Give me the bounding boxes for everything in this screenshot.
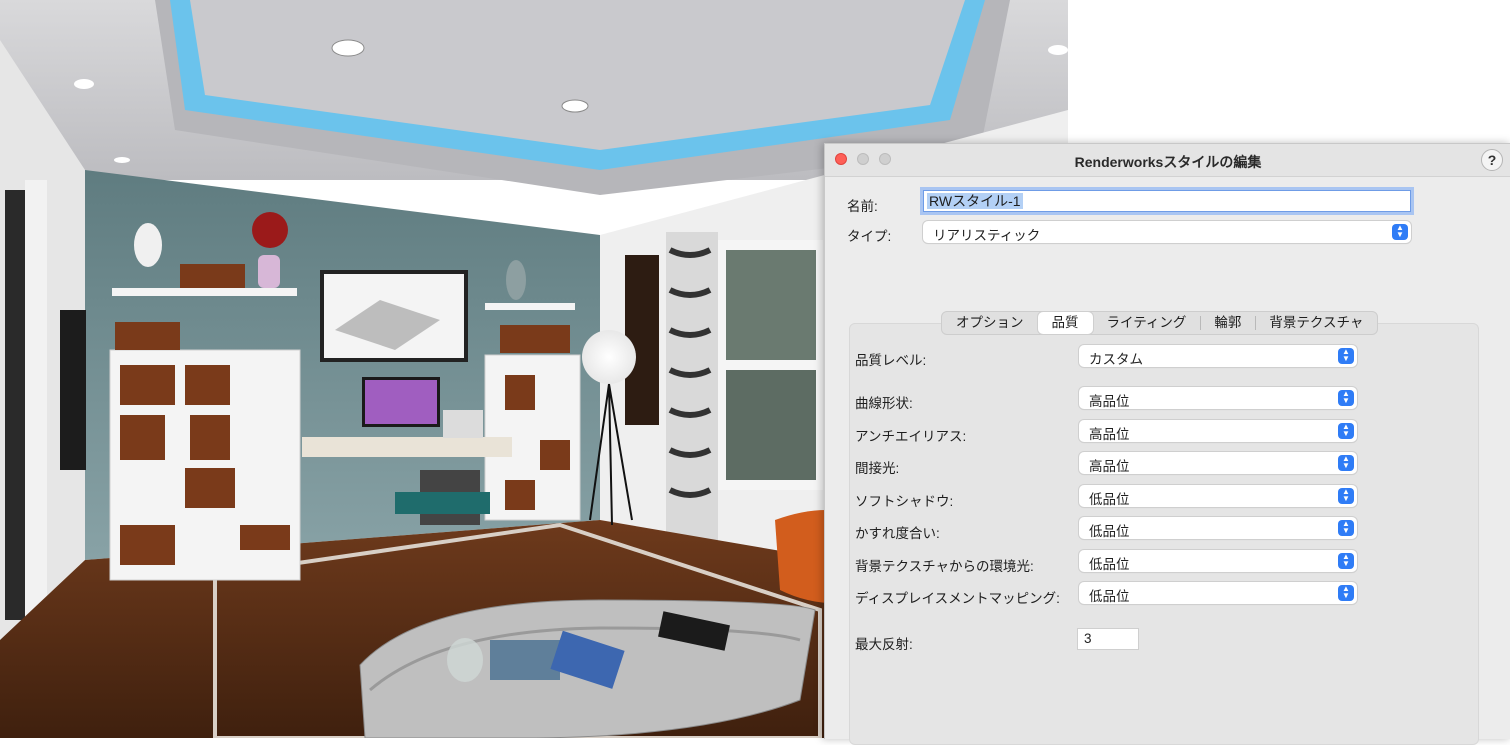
type-popup-value: リアリスティック bbox=[933, 228, 1041, 243]
name-input[interactable]: RWスタイル-1 bbox=[923, 190, 1411, 212]
chevron-updown-icon: ▲ ▼ bbox=[1338, 553, 1354, 569]
chevron-updown-icon: ▲ ▼ bbox=[1392, 224, 1408, 240]
chevron-updown-icon: ▲ ▼ bbox=[1338, 585, 1354, 601]
tab-lighting[interactable]: ライティング bbox=[1093, 312, 1201, 334]
displacement-mapping-value: 低品位 bbox=[1089, 589, 1130, 604]
dialog-titlebar[interactable]: Renderworksスタイルの編集 ? bbox=[825, 144, 1510, 177]
tab-bar: オプション 品質 ライティング 輪郭 背景テクスチャ bbox=[941, 311, 1379, 335]
soft-shadow-label: ソフトシャドウ: bbox=[855, 494, 954, 509]
environment-light-value: 低品位 bbox=[1089, 557, 1130, 572]
tab-background-texture[interactable]: 背景テクスチャ bbox=[1255, 312, 1377, 334]
curve-shape-popup[interactable]: 高品位 ▲ ▼ bbox=[1079, 387, 1357, 409]
tab-quality[interactable]: 品質 bbox=[1037, 312, 1093, 334]
name-label: 名前: bbox=[847, 199, 878, 214]
curve-shape-value: 高品位 bbox=[1089, 394, 1130, 409]
max-reflection-label: 最大反射: bbox=[855, 637, 913, 652]
dialog-title: Renderworksスタイルの編集 bbox=[1074, 154, 1262, 170]
max-reflection-input[interactable]: 3 bbox=[1077, 628, 1139, 650]
blurriness-label: かすれ度合い: bbox=[855, 526, 940, 541]
blurriness-value: 低品位 bbox=[1089, 524, 1130, 539]
quality-level-label: 品質レベル: bbox=[855, 353, 927, 368]
indirect-light-label: 間接光: bbox=[855, 461, 900, 476]
chevron-updown-icon: ▲ ▼ bbox=[1338, 348, 1354, 364]
displacement-mapping-popup[interactable]: 低品位 ▲ ▼ bbox=[1079, 582, 1357, 604]
chevron-updown-icon: ▲ ▼ bbox=[1338, 390, 1354, 406]
anti-aliasing-popup[interactable]: 高品位 ▲ ▼ bbox=[1079, 420, 1357, 442]
environment-light-popup[interactable]: 低品位 ▲ ▼ bbox=[1079, 550, 1357, 572]
blurriness-popup[interactable]: 低品位 ▲ ▼ bbox=[1079, 517, 1357, 539]
environment-light-label: 背景テクスチャからの環境光: bbox=[855, 559, 1034, 574]
curve-shape-label: 曲線形状: bbox=[855, 396, 913, 411]
quality-level-value: カスタム bbox=[1089, 352, 1143, 367]
indirect-light-value: 高品位 bbox=[1089, 459, 1130, 474]
quality-level-popup[interactable]: カスタム ▲ ▼ bbox=[1079, 345, 1357, 367]
tab-options[interactable]: オプション bbox=[942, 312, 1038, 334]
anti-aliasing-label: アンチエイリアス: bbox=[855, 429, 967, 444]
anti-aliasing-value: 高品位 bbox=[1089, 427, 1130, 442]
type-popup[interactable]: リアリスティック ▲ ▼ bbox=[923, 221, 1411, 243]
tab-edges[interactable]: 輪郭 bbox=[1200, 312, 1255, 334]
displacement-mapping-label: ディスプレイスメントマッピング: bbox=[855, 591, 1060, 606]
renderworks-style-dialog: Renderworksスタイルの編集 ? 名前: RWスタイル-1 タイプ: リ… bbox=[824, 143, 1510, 745]
chevron-updown-icon: ▲ ▼ bbox=[1338, 455, 1354, 471]
soft-shadow-popup[interactable]: 低品位 ▲ ▼ bbox=[1079, 485, 1357, 507]
name-input-value: RWスタイル-1 bbox=[927, 193, 1023, 209]
help-button[interactable]: ? bbox=[1481, 149, 1503, 171]
chevron-updown-icon: ▲ ▼ bbox=[1338, 423, 1354, 439]
chevron-updown-icon: ▲ ▼ bbox=[1338, 488, 1354, 504]
type-label: タイプ: bbox=[847, 229, 892, 244]
soft-shadow-value: 低品位 bbox=[1089, 492, 1130, 507]
chevron-updown-icon: ▲ ▼ bbox=[1338, 520, 1354, 536]
indirect-light-popup[interactable]: 高品位 ▲ ▼ bbox=[1079, 452, 1357, 474]
